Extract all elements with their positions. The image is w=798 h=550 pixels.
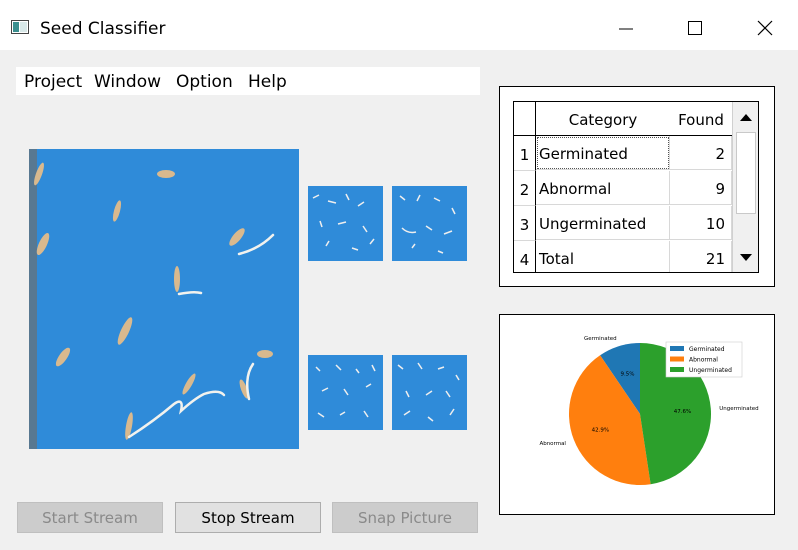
table-scrollbar[interactable] (732, 102, 758, 272)
arrow-up-icon (740, 114, 752, 121)
thumbnail-2[interactable] (392, 186, 467, 261)
column-header-category[interactable]: Category (536, 102, 671, 136)
window-title: Seed Classifier (40, 19, 166, 39)
close-icon (757, 20, 773, 36)
minimize-button[interactable] (603, 12, 649, 46)
menu-project[interactable]: Project (24, 72, 82, 92)
cell-category[interactable]: Total (536, 241, 670, 272)
thumbnail-3[interactable] (308, 355, 383, 430)
scrollbar-thumb[interactable] (736, 132, 756, 214)
seed-thumbnail-image (308, 186, 383, 261)
pie-chart-panel: 9.5% Germinated 42.9% Abnormal 47.6% Ungermin… (499, 314, 775, 515)
thumbnail-4[interactable] (392, 355, 467, 430)
start-stream-button[interactable]: Start Stream (17, 502, 163, 533)
pie-percent-label: 9.5% (620, 371, 634, 377)
minimize-icon (619, 28, 633, 30)
menu-help[interactable]: Help (248, 72, 287, 92)
seed-thumbnail-image (392, 355, 467, 430)
scroll-down-button[interactable] (733, 242, 758, 272)
scroll-up-button[interactable] (733, 102, 758, 132)
seed-thumbnail-image (308, 355, 383, 430)
menu-option[interactable]: Option (176, 72, 233, 92)
table-corner (514, 102, 536, 136)
camera-view (29, 149, 299, 449)
app-icon (11, 20, 29, 34)
results-table-panel: Category Found 1 Germinated 2 2 Abnormal… (499, 86, 775, 287)
legend-swatch (670, 346, 684, 351)
title-bar: Seed Classifier (0, 0, 798, 50)
row-header[interactable]: 3 (514, 206, 536, 241)
seed-image (29, 149, 299, 449)
legend-label: Ungerminated (689, 367, 732, 374)
thumbnail-1[interactable] (308, 186, 383, 261)
legend-label: Germinated (689, 346, 725, 353)
cell-category[interactable]: Abnormal (536, 171, 670, 205)
seed-thumbnail-image (392, 186, 467, 261)
arrow-down-icon (740, 254, 752, 261)
legend-label: Abnormal (689, 357, 718, 364)
row-header[interactable]: 4 (514, 241, 536, 272)
menu-window[interactable]: Window (94, 72, 161, 92)
legend-swatch (670, 367, 684, 372)
maximize-icon (688, 21, 702, 35)
maximize-button[interactable] (672, 12, 718, 46)
row-header[interactable]: 2 (514, 171, 536, 206)
results-table: Category Found 1 Germinated 2 2 Abnormal… (513, 101, 759, 273)
stop-stream-button[interactable]: Stop Stream (175, 502, 321, 533)
menu-bar: Project Window Option Help (16, 67, 480, 95)
chart-legend: Germinated Abnormal Ungerminated (665, 341, 743, 378)
cell-found[interactable]: 9 (670, 171, 732, 205)
cell-found[interactable]: 21 (670, 241, 732, 272)
row-header[interactable]: 1 (514, 136, 536, 171)
cell-category[interactable]: Germinated (536, 136, 670, 170)
pie-slice-label: Germinated (584, 336, 617, 342)
pie-percent-label: 42.9% (592, 428, 609, 434)
legend-swatch (670, 356, 684, 362)
pie-percent-label: 47.6% (674, 409, 691, 415)
cell-found[interactable]: 2 (670, 136, 732, 170)
snap-picture-button[interactable]: Snap Picture (332, 502, 478, 533)
cell-found[interactable]: 10 (670, 206, 732, 240)
pie-slice-label: Ungerminated (719, 406, 758, 412)
pie-slice-label: Abnormal (539, 441, 566, 447)
close-button[interactable] (742, 12, 788, 46)
cell-category[interactable]: Ungerminated (536, 206, 670, 240)
column-header-found[interactable]: Found (670, 102, 733, 136)
pie-chart: 9.5% Germinated 42.9% Abnormal 47.6% Ungermin… (539, 336, 759, 485)
